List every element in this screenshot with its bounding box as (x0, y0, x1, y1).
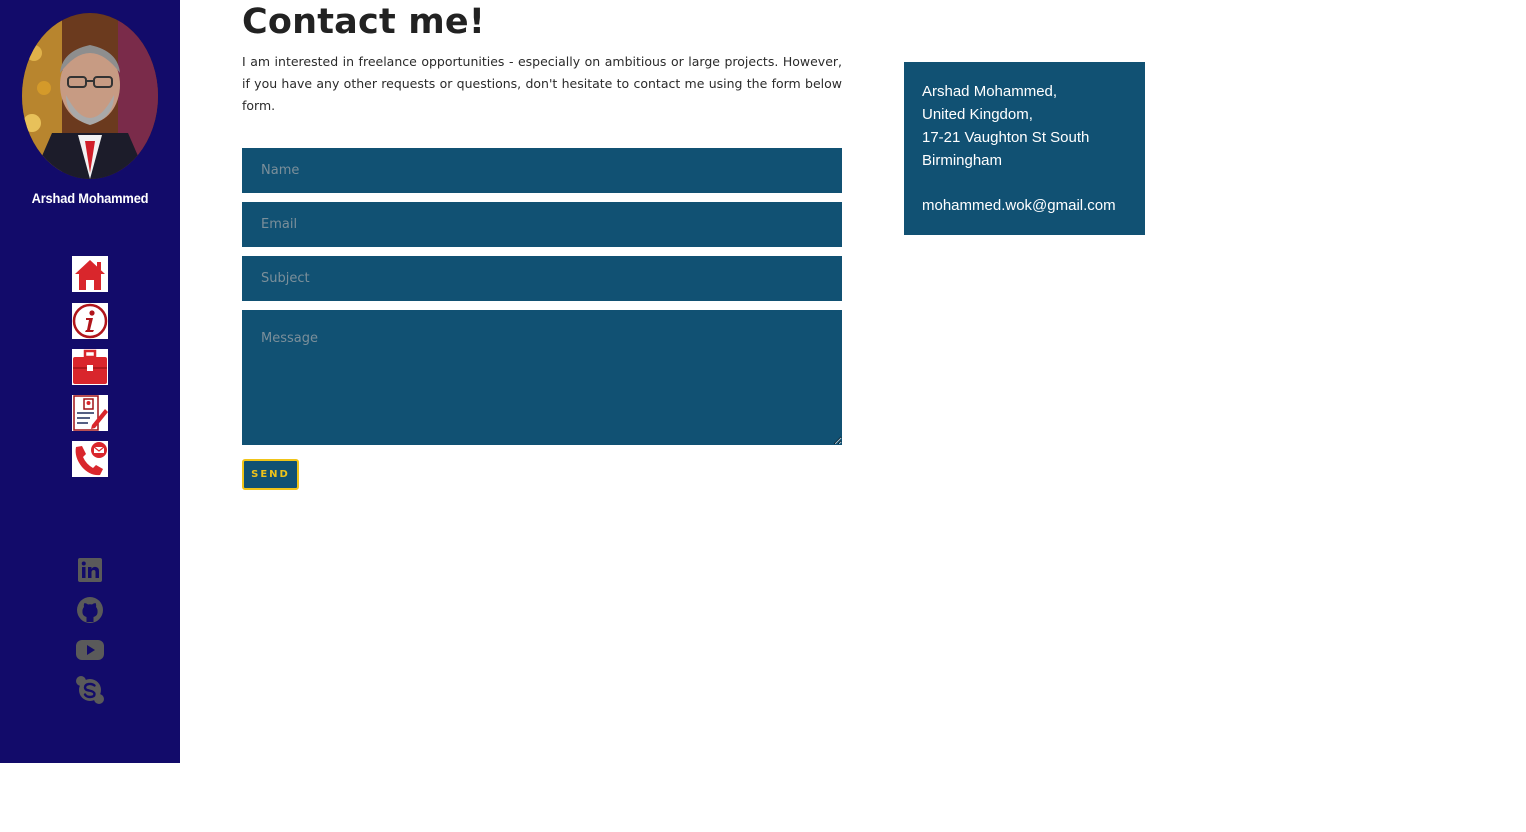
contact-card: Arshad Mohammed, United Kingdom, 17-21 V… (904, 62, 1145, 235)
skype-icon (76, 676, 104, 704)
nav-resume[interactable] (72, 395, 108, 431)
intro-text: I am interested in freelance opportuniti… (242, 54, 842, 113)
name-input[interactable] (242, 148, 842, 193)
nav-about[interactable] (72, 303, 108, 339)
github-icon (77, 597, 103, 623)
email-input[interactable] (242, 202, 842, 247)
social-github[interactable] (74, 594, 106, 626)
home-icon (75, 260, 105, 290)
briefcase-icon (73, 349, 107, 384)
info-icon (72, 303, 108, 339)
social-linkedin[interactable] (74, 554, 106, 586)
social-skype[interactable] (74, 674, 106, 706)
nav-portfolio[interactable] (72, 349, 108, 385)
message-input[interactable] (242, 310, 842, 445)
avatar (22, 13, 158, 179)
contact-email[interactable]: mohammed.wok@gmail.com (922, 194, 1127, 217)
linkedin-icon (78, 558, 102, 582)
phone-mail-icon (75, 442, 107, 476)
contact-city: Birmingham (922, 152, 1003, 169)
sidebar-name: Arshad Mohammed (31, 190, 149, 206)
nav-home[interactable] (72, 256, 108, 292)
subject-input[interactable] (242, 256, 842, 301)
resume-icon (73, 395, 108, 431)
social-youtube[interactable] (74, 634, 106, 666)
sidebar: Arshad Mohammed (0, 0, 180, 763)
contact-name: Arshad Mohammed, (922, 83, 1058, 100)
send-button[interactable]: SEND (242, 459, 299, 490)
contact-street: 17-21 Vaughton St South (922, 129, 1090, 146)
nav-contact[interactable] (72, 441, 108, 477)
page-title: Contact me! (242, 2, 486, 42)
youtube-icon (76, 640, 104, 660)
contact-country: United Kingdom, (922, 106, 1033, 123)
profile-photo (22, 13, 158, 179)
